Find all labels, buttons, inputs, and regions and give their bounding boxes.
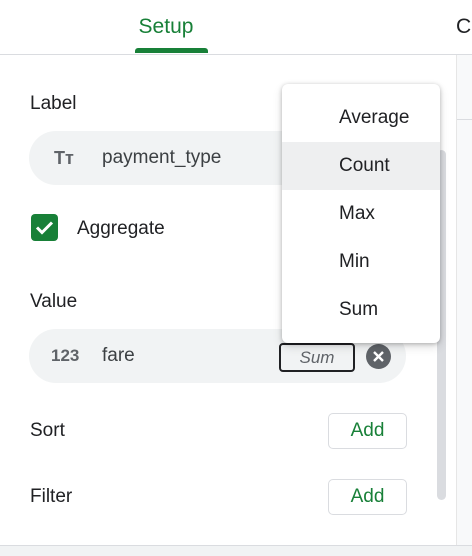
bottom-border	[0, 545, 472, 556]
tab-setup[interactable]: Setup	[120, 0, 212, 54]
aggregation-menu: Average Count Max Min Sum	[282, 84, 440, 343]
remove-field-icon[interactable]	[366, 344, 391, 369]
menu-item-min[interactable]: Min	[282, 238, 440, 286]
adjacent-panel-divider	[457, 119, 472, 120]
filter-add-button[interactable]: Add	[328, 479, 407, 515]
value-field-name: fare	[102, 345, 135, 366]
menu-item-max[interactable]: Max	[282, 190, 440, 238]
label-heading: Label	[30, 93, 77, 114]
sort-heading: Sort	[30, 420, 65, 441]
menu-item-sum[interactable]: Sum	[282, 286, 440, 334]
menu-item-average[interactable]: Average	[282, 94, 440, 142]
value-heading: Value	[30, 291, 78, 312]
close-icon	[373, 351, 384, 362]
label-field-name: payment_type	[102, 147, 222, 168]
text-type-icon: Tт	[54, 147, 74, 168]
filter-heading: Filter	[30, 486, 73, 507]
aggregate-checkbox[interactable]	[31, 214, 58, 241]
tab-customize[interactable]: C	[456, 0, 471, 54]
tab-setup-active-indicator	[135, 48, 208, 53]
adjacent-panel	[457, 55, 472, 545]
menu-item-count[interactable]: Count	[282, 142, 440, 190]
aggregation-selector[interactable]: Sum	[279, 343, 355, 372]
tab-bar	[0, 0, 472, 55]
checkmark-icon	[35, 221, 54, 235]
aggregate-label: Aggregate	[77, 218, 165, 239]
label-field-chip[interactable]: Tт payment_type	[29, 131, 319, 185]
number-type-icon: 123	[51, 346, 80, 365]
sort-add-button[interactable]: Add	[328, 413, 407, 449]
